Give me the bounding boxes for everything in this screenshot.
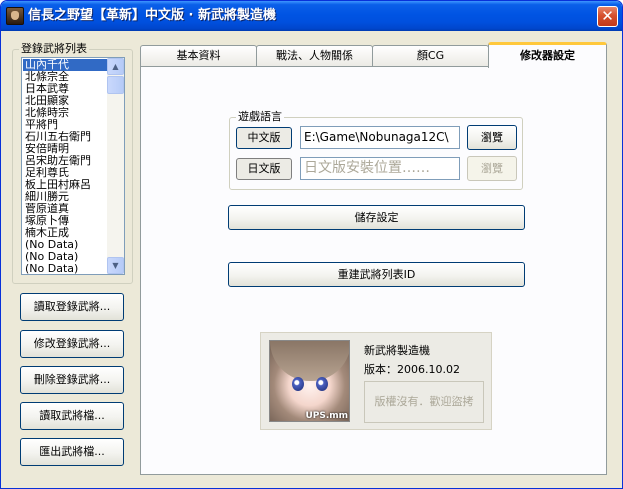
game-language-legend: 遊戲語言 (236, 110, 284, 124)
copyright-box: 版權沒有．歡迎盜拷 (364, 381, 484, 423)
tab-tactics-relations[interactable]: 戰法、人物關係 (256, 45, 373, 66)
about-version: 版本：2006.10.02 (364, 363, 460, 376)
author-avatar: UPS.mm (269, 340, 350, 422)
list-item[interactable]: 北條宗全 (23, 71, 107, 83)
avatar-caption: UPS.mm (305, 411, 348, 421)
japanese-version-button[interactable]: 日文版 (236, 158, 292, 180)
edit-registered-general-button[interactable]: 修改登錄武將... (20, 330, 124, 358)
list-item[interactable]: 北條時宗 (23, 107, 107, 119)
load-registered-general-button[interactable]: 讀取登錄武將... (20, 293, 124, 321)
avatar-hair (270, 341, 349, 381)
window-title: 信長之野望【革新】中文版 · 新武將製造機 (28, 8, 276, 23)
list-item[interactable]: (No Data) (23, 263, 107, 274)
list-item[interactable]: 塚原卜傳 (23, 215, 107, 227)
list-scrollbar[interactable]: ▲ ▼ (107, 58, 124, 274)
list-item[interactable]: 山內千代 (23, 59, 107, 71)
generals-listbox[interactable]: 山內千代 北條宗全 日本武尊 北田顯家 北條時宗 平將門 石川五右衛門 安倍晴明 呂宋助左衛門足… (21, 57, 125, 275)
browse-japanese-button[interactable]: 瀏覽 (467, 156, 517, 181)
close-button[interactable]: ✕ (597, 6, 618, 27)
avatar-eye-right (316, 377, 328, 391)
scroll-thumb[interactable] (107, 76, 124, 94)
chevron-up-icon: ▲ (112, 62, 119, 71)
tab-face-cg[interactable]: 顏CG (372, 45, 489, 66)
chinese-path-field[interactable]: E:\Game\Nobunaga12C\ (300, 126, 460, 149)
avatar-eye-left (292, 377, 304, 391)
list-item[interactable]: 日本武尊 (23, 83, 107, 95)
list-item[interactable]: 菅原道真 (23, 203, 107, 215)
delete-registered-general-button[interactable]: 刪除登錄武將... (20, 366, 124, 394)
list-item[interactable]: 細川勝元 (23, 191, 107, 203)
app-window: 信長之野望【革新】中文版 · 新武將製造機 ✕ 登錄武將列表 山內千代 北條宗全日… (0, 0, 623, 489)
load-general-file-button[interactable]: 讀取武將檔... (20, 402, 124, 430)
scroll-up-button[interactable]: ▲ (107, 58, 124, 75)
list-item[interactable]: 平將門 (23, 119, 107, 131)
list-item[interactable]: 安倍晴明 (23, 143, 107, 155)
tab-editor-settings[interactable]: 修改器設定 (488, 42, 607, 68)
japanese-path-field[interactable]: 日文版安裝位置…… (300, 157, 460, 180)
tab-basic-info[interactable]: 基本資料 (140, 45, 257, 66)
scroll-down-button[interactable]: ▼ (107, 257, 124, 274)
list-item[interactable]: 石川五右衛門 (23, 131, 107, 143)
list-item[interactable]: (No Data) (23, 239, 107, 251)
registered-generals-legend: 登錄武將列表 (19, 42, 89, 56)
chinese-version-button[interactable]: 中文版 (236, 127, 292, 149)
list-item[interactable]: 呂宋助左衛門 (23, 155, 107, 167)
export-general-file-button[interactable]: 匯出武將檔... (20, 438, 124, 466)
title-bar[interactable]: 信長之野望【革新】中文版 · 新武將製造機 ✕ (1, 1, 622, 31)
about-app-name: 新武將製造機 (364, 344, 430, 357)
app-icon[interactable] (6, 7, 24, 25)
list-item[interactable]: 足利尊氏 (23, 167, 107, 179)
list-item[interactable]: 楠木正成 (23, 227, 107, 239)
list-item[interactable]: 板上田村麻呂 (23, 179, 107, 191)
rebuild-general-id-button[interactable]: 重建武將列表ID (228, 262, 525, 287)
list-item[interactable]: 北田顯家 (23, 95, 107, 107)
chevron-down-icon: ▼ (112, 261, 119, 270)
list-item[interactable]: (No Data) (23, 251, 107, 263)
browse-chinese-button[interactable]: 瀏覽 (467, 125, 517, 150)
save-settings-button[interactable]: 儲存設定 (228, 205, 525, 230)
generals-list: 山內千代 北條宗全 日本武尊 北田顯家 北條時宗 平將門 石川五右衛門 安倍晴明 呂宋助左衛門足… (23, 59, 107, 274)
